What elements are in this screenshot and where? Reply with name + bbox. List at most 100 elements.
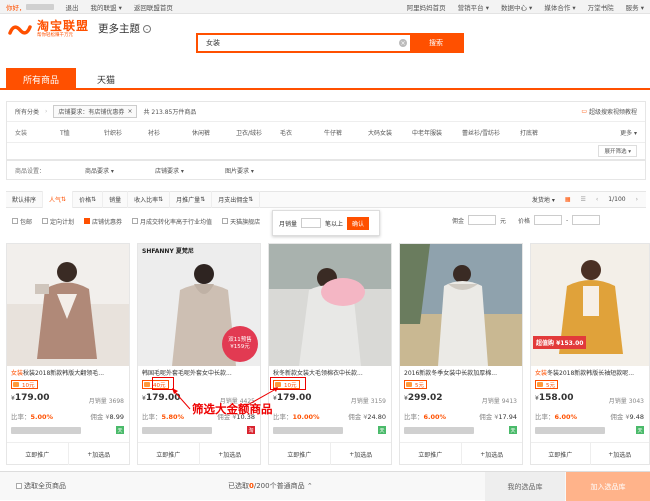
tab-tmall[interactable]: 天猫 bbox=[82, 68, 130, 90]
promote-button[interactable]: 立即推广 bbox=[531, 443, 591, 465]
page-indicator: 1/100 bbox=[608, 196, 626, 203]
tmall-icon: 天 bbox=[378, 426, 386, 434]
price-min-input[interactable] bbox=[534, 215, 563, 225]
add-to-library-button[interactable]: + 加选品 bbox=[331, 443, 392, 465]
product-title[interactable]: 2016新款冬季女装中长款加厚棉... bbox=[404, 368, 520, 378]
my-alliance-menu[interactable]: 我的联盟 ▾ bbox=[91, 2, 122, 12]
sort-default[interactable]: 默认排序 bbox=[6, 191, 44, 208]
search-input[interactable] bbox=[198, 35, 396, 51]
goods-settings-row: 商品设置： 商品要求 ▾ 店铺要求 ▾ 图片要求 ▾ bbox=[6, 160, 646, 180]
top-link-3[interactable]: 媒体合作 ▾ bbox=[544, 2, 575, 12]
promote-button[interactable]: 立即推广 bbox=[138, 443, 200, 465]
tmall-icon: 天 bbox=[509, 426, 517, 434]
category-item[interactable]: T恤 bbox=[60, 128, 104, 137]
product-image[interactable] bbox=[7, 244, 129, 366]
category-item[interactable]: 蕾丝衫/雪纺衫 bbox=[462, 128, 520, 137]
category-item[interactable]: 卫衣/绒衫 bbox=[236, 128, 280, 137]
product-card[interactable]: 秋冬新款女装大毛领棉衣中长款... 10元 ¥179.00 月销量 3159 比… bbox=[268, 243, 392, 465]
theme-selector[interactable]: 更多主题 ⌄ bbox=[98, 21, 151, 36]
sort-monthly-promotion[interactable]: 月推广量 ⇅ bbox=[170, 191, 213, 208]
promote-button[interactable]: 立即推广 bbox=[7, 443, 69, 465]
checkbox-shop-coupon[interactable]: 店铺优惠券 bbox=[84, 217, 122, 226]
tab-all-products[interactable]: 所有商品 bbox=[6, 68, 76, 90]
sort-income-rate[interactable]: 收入比率 ⇅ bbox=[128, 191, 171, 208]
clear-search-button[interactable]: × bbox=[396, 35, 410, 51]
category-item[interactable]: 针织衫 bbox=[104, 128, 148, 137]
category-item[interactable]: 休闲裤 bbox=[192, 128, 236, 137]
card-actions: 立即推广 + 加选品 bbox=[531, 442, 649, 465]
promote-button[interactable]: 立即推广 bbox=[269, 443, 331, 465]
product-image[interactable]: SHFANNY 夏梵尼 双11预售 ¥159元 bbox=[138, 244, 260, 366]
brand-logo[interactable]: 淘宝联盟 帮你轻松赚千万元 bbox=[7, 20, 89, 39]
top-link-0[interactable]: 阿里妈妈首页 bbox=[407, 2, 446, 12]
product-card[interactable]: 2016新款冬季女装中长款加厚棉... 5元 ¥299.02 月销量 9413 … bbox=[399, 243, 523, 465]
commission-amount: 佣金 ¥9.48 bbox=[610, 413, 644, 421]
logout-link[interactable]: 退出 bbox=[66, 2, 79, 12]
add-to-library-button[interactable]: + 加选品 bbox=[591, 443, 650, 465]
category-item[interactable]: 打底裤 bbox=[520, 128, 564, 137]
checkbox-conversion-rate[interactable]: 月成交转化率高于行业均值 bbox=[132, 217, 212, 226]
top-link-5[interactable]: 服务 ▾ bbox=[626, 2, 644, 12]
monthly-sales: 月销量 3043 bbox=[608, 398, 644, 405]
checkbox-free-shipping[interactable]: 包邮 bbox=[12, 217, 32, 226]
all-categories-link[interactable]: 所有分类 bbox=[15, 107, 39, 116]
list-view-icon[interactable]: ☰ bbox=[581, 196, 586, 203]
checkbox-tmall-flagship[interactable]: 天猫旗舰店 bbox=[222, 217, 260, 226]
checkbox-box bbox=[42, 218, 49, 224]
card-actions: 立即推广 + 加选品 bbox=[138, 442, 260, 465]
category-item[interactable]: 大码女装 bbox=[368, 128, 412, 137]
add-to-library-footer-button[interactable]: 加入选品库 bbox=[566, 472, 650, 501]
active-filter-chip[interactable]: 店铺要求：有店铺优惠券 × bbox=[53, 105, 138, 118]
add-to-library-button[interactable]: + 加选品 bbox=[200, 443, 261, 465]
promote-button[interactable]: 立即推广 bbox=[400, 443, 462, 465]
commission-min-input[interactable] bbox=[468, 215, 497, 225]
more-categories-button[interactable]: 更多 ▾ bbox=[620, 128, 637, 137]
prev-page-icon[interactable]: ‹ bbox=[596, 196, 598, 203]
search-box: × 搜索 bbox=[196, 33, 464, 53]
checkbox-targeted-plan[interactable]: 定向计划 bbox=[42, 217, 74, 226]
sort-bar: 默认排序 人气 ⇅ 价格 ⇅ 销量 收入比率 ⇅ 月推广量 ⇅ 月支出佣金 ⇅ … bbox=[6, 191, 646, 208]
product-card[interactable]: 女装秋装2018新款韩版大翻领毛... 10元 ¥179.00 月销量 3698… bbox=[6, 243, 130, 465]
video-tutorial-link[interactable]: ▭ 超级搜索视频教程 bbox=[581, 107, 637, 116]
coupon-badge: 5元 bbox=[535, 380, 558, 389]
top-link-2[interactable]: 数据中心 ▾ bbox=[501, 2, 532, 12]
grid-view-icon[interactable]: ▦ bbox=[565, 196, 571, 203]
my-library-button[interactable]: 我的选品库 bbox=[485, 472, 565, 501]
goods-requirement-dropdown[interactable]: 商品要求 ▾ bbox=[85, 166, 155, 175]
product-title[interactable]: 女装秋装2018新款韩版大翻领毛... bbox=[11, 368, 127, 378]
confirm-button[interactable]: 确认 bbox=[347, 216, 370, 230]
back-home-link[interactable]: 返回联盟首页 bbox=[134, 2, 173, 12]
category-item[interactable]: 牛仔裤 bbox=[324, 128, 368, 137]
top-link-1[interactable]: 营销平台 ▾ bbox=[458, 2, 489, 12]
product-card[interactable]: 超值购 ¥153.00 女装冬装2018新款韩版长袖短款呢... 5元 ¥158… bbox=[530, 243, 650, 465]
product-card[interactable]: SHFANNY 夏梵尼 双11预售 ¥159元 韩国毛呢外套毛呢外套女中长款..… bbox=[137, 243, 261, 465]
expand-filters-button[interactable]: 展开筛选 ▾ bbox=[598, 145, 637, 157]
super-deal-badge: 超值购 ¥153.00 bbox=[533, 336, 587, 349]
image-requirement-dropdown[interactable]: 图片要求 ▾ bbox=[225, 166, 295, 175]
product-title[interactable]: 女装冬装2018新款韩版长袖短款呢... bbox=[535, 368, 650, 378]
next-page-icon[interactable]: › bbox=[636, 196, 638, 203]
category-item[interactable]: 衬衫 bbox=[148, 128, 192, 137]
sort-monthly-commission[interactable]: 月支出佣金 ⇅ bbox=[212, 191, 261, 208]
monthly-sales-input[interactable] bbox=[301, 218, 322, 228]
price-max-input[interactable] bbox=[572, 215, 601, 225]
ship-from-dropdown[interactable]: 发货地 ▾ bbox=[532, 195, 555, 204]
category-item[interactable]: 中老年服装 bbox=[412, 128, 462, 137]
search-button[interactable]: 搜索 bbox=[410, 35, 462, 51]
add-to-library-button[interactable]: + 加选品 bbox=[462, 443, 523, 465]
sort-price[interactable]: 价格 ⇅ bbox=[73, 191, 104, 208]
greeting: 你好， bbox=[6, 2, 54, 12]
product-image[interactable] bbox=[269, 244, 391, 366]
monthly-sales-popover: 月销量 笔以上 确认 bbox=[272, 210, 380, 236]
footer-bar: 选取全页商品 已选取0/200个普通商品 ⌃ 我的选品库 加入选品库 bbox=[0, 471, 650, 501]
top-link-4[interactable]: 万堂书院 bbox=[588, 2, 614, 12]
select-all-checkbox[interactable]: 选取全页商品 bbox=[16, 481, 66, 491]
product-image[interactable]: 超值购 ¥153.00 bbox=[531, 244, 649, 366]
taobao-icon: 淘 bbox=[247, 426, 255, 434]
product-image[interactable] bbox=[400, 244, 522, 366]
category-item[interactable]: 毛衣 bbox=[280, 128, 324, 137]
shop-requirement-dropdown[interactable]: 店铺要求 ▾ bbox=[155, 166, 225, 175]
sort-popularity[interactable]: 人气 ⇅ bbox=[43, 191, 74, 208]
sort-sales[interactable]: 销量 bbox=[103, 191, 129, 208]
add-to-library-button[interactable]: + 加选品 bbox=[69, 443, 130, 465]
